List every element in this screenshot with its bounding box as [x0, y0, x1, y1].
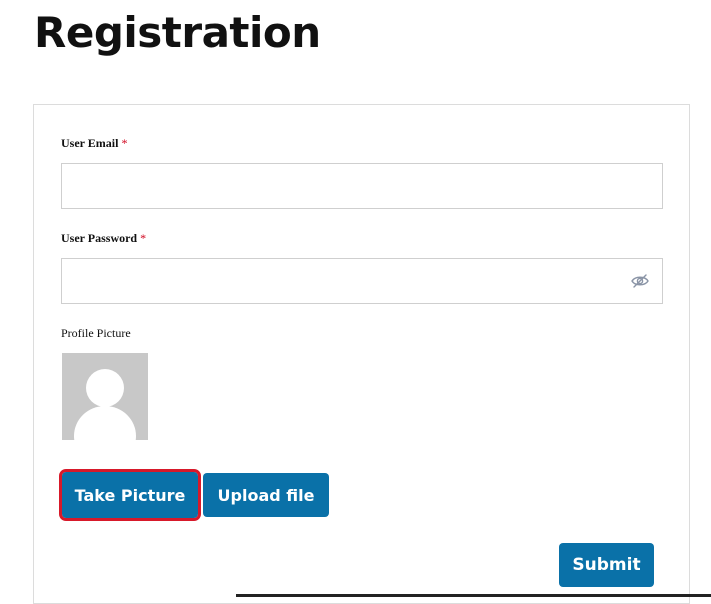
required-asterisk: *	[140, 231, 147, 245]
registration-form: User Email * User Password * Profile Pictu…	[33, 104, 690, 604]
default-avatar-icon	[62, 353, 148, 440]
submit-button[interactable]: Submit	[559, 543, 654, 587]
email-label-text: User Email	[61, 136, 119, 150]
eye-slash-icon[interactable]	[630, 271, 650, 291]
upload-file-button[interactable]: Upload file	[203, 473, 329, 517]
take-picture-button[interactable]: Take Picture	[59, 469, 201, 521]
page-title: Registration	[34, 8, 321, 57]
email-label: User Email *	[61, 136, 127, 151]
password-field[interactable]	[61, 258, 663, 304]
required-asterisk: *	[121, 136, 128, 150]
password-label: User Password *	[61, 231, 146, 246]
profile-picture-label: Profile Picture	[61, 326, 131, 340]
email-field[interactable]	[61, 163, 663, 209]
password-label-text: User Password	[61, 231, 138, 245]
